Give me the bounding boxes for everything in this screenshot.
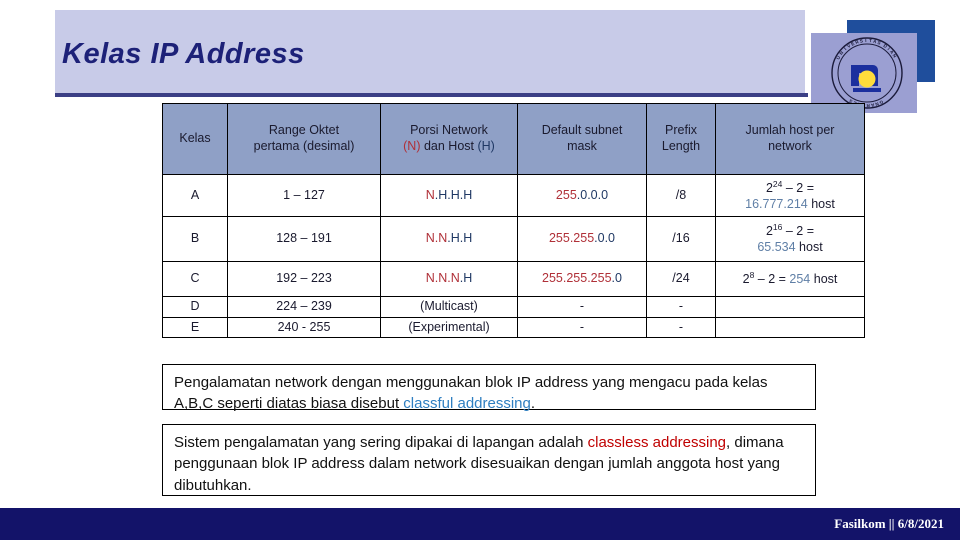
- cell-mask: 255.255.0.0: [517, 216, 647, 262]
- cell-prefix: -: [646, 316, 716, 339]
- ip-class-table: Kelas Range Oktet pertama (desimal) Pors…: [162, 103, 865, 339]
- host-base: 2: [765, 224, 773, 239]
- cell-jumlah-host: 216 – 2 = 65.534 host: [715, 216, 865, 262]
- header-porsi-mid: dan Host: [420, 139, 478, 153]
- cell-mask: -: [517, 296, 647, 318]
- porsi-network-part: N.N.N: [425, 271, 460, 286]
- cell-range: 224 – 239: [227, 296, 381, 318]
- host-minus: – 2 =: [782, 180, 815, 195]
- host-count: 254: [789, 272, 811, 287]
- header-mask-line1: Default subnet: [541, 123, 623, 138]
- cell-mask: -: [517, 316, 647, 339]
- cell-jumlah-host: 28 – 2 = 254 host: [715, 261, 865, 297]
- cell-porsi: N.H.H.H: [380, 174, 518, 217]
- note2-emphasis-classless: classless addressing: [587, 434, 727, 451]
- note1-emphasis-classful: classful addressing: [403, 395, 531, 413]
- cell-porsi: (Experimental): [380, 316, 518, 339]
- porsi-host-part: .H.H: [447, 231, 473, 246]
- cell-prefix: /16: [646, 216, 716, 262]
- footer-bar: Fasilkom || 6/8/2021: [0, 508, 960, 540]
- cell-mask: 255.0.0.0: [517, 174, 647, 217]
- table-row: C 192 – 223 N.N.N.H 255.255.255.0 /24 28…: [162, 261, 865, 297]
- note-box-classful: Pengalamatan network dengan menggunakan …: [162, 364, 816, 413]
- cell-kelas: C: [162, 261, 228, 297]
- host-base: 2: [742, 272, 750, 287]
- host-minus: – 2 =: [782, 224, 815, 239]
- header-porsi-line1: Porsi Network: [410, 123, 488, 138]
- cell-jumlah-host: [715, 316, 865, 339]
- header-jumlah-line2: network: [768, 139, 812, 153]
- header-range-line1: Range Oktet: [268, 123, 340, 138]
- cell-prefix: -: [646, 296, 716, 318]
- host-exponent: 24: [772, 178, 783, 189]
- svg-text:S: S: [859, 38, 863, 43]
- cell-range: 240 - 255: [227, 316, 381, 339]
- cell-range: 192 – 223: [227, 261, 381, 297]
- mask-network-part: 255: [555, 187, 577, 202]
- table-row: A 1 – 127 N.H.H.H 255.0.0.0 /8 224 – 2 =…: [162, 174, 865, 217]
- title-underline-rule: [55, 93, 808, 97]
- cell-porsi: (Multicast): [380, 296, 518, 318]
- cell-kelas: D: [162, 296, 228, 318]
- svg-text:N: N: [892, 53, 898, 59]
- svg-text:T: T: [869, 38, 873, 43]
- cell-range: 1 – 127: [227, 174, 381, 217]
- header-range-oktet: Range Oktet pertama (desimal): [227, 103, 381, 175]
- udinus-seal-icon: U N I V E R S I T A S D I A N S E M A R …: [831, 37, 903, 109]
- host-unit: host: [795, 240, 823, 255]
- host-unit: host: [807, 196, 835, 211]
- cell-porsi: N.N.N.H: [380, 261, 518, 297]
- cell-jumlah-host: 224 – 2 = 16.777.214 host: [715, 174, 865, 217]
- cell-kelas: E: [162, 316, 228, 339]
- cell-prefix: /8: [646, 174, 716, 217]
- host-exponent: 16: [772, 222, 783, 233]
- table-row: D 224 – 239 (Multicast) - -: [162, 296, 865, 318]
- host-count: 65.534: [757, 240, 796, 255]
- porsi-host-part: .H.H.H: [434, 187, 473, 202]
- header-jumlah-host: Jumlah host per network: [715, 103, 865, 175]
- cell-jumlah-host: [715, 296, 865, 318]
- header-porsi-n: (N): [403, 139, 421, 153]
- mask-network-part: 255.255.255: [542, 271, 612, 286]
- porsi-network-part: N.N: [425, 231, 448, 246]
- cell-prefix: /24: [646, 261, 716, 297]
- mask-host-part: .0.0: [594, 231, 616, 246]
- mask-host-part: .0.0.0: [576, 187, 609, 202]
- note2-text-part1: Sistem pengalamatan yang sering dipakai …: [174, 434, 588, 451]
- header-mask-line2: mask: [567, 139, 597, 153]
- note-box-classless: Sistem pengalamatan yang sering dipakai …: [162, 424, 816, 496]
- header-jumlah-line1: Jumlah host per: [745, 123, 835, 138]
- note1-text-part2: .: [530, 395, 536, 413]
- footer-label: Fasilkom || 6/8/2021: [834, 516, 944, 531]
- host-unit: host: [810, 272, 838, 287]
- cell-kelas: B: [162, 216, 228, 262]
- cell-range: 128 – 191: [227, 216, 381, 262]
- header-prefix-line2: Length: [661, 139, 701, 153]
- header-prefix-line1: Prefix: [665, 123, 697, 138]
- porsi-network-part: N: [425, 187, 435, 202]
- table-row: E 240 - 255 (Experimental) - -: [162, 316, 865, 339]
- header-default-subnet-mask: Default subnet mask: [517, 103, 647, 175]
- cell-mask: 255.255.255.0: [517, 261, 647, 297]
- host-count: 16.777.214: [745, 196, 808, 211]
- mask-host-part: .0: [611, 271, 622, 286]
- cell-porsi: N.N.H.H: [380, 216, 518, 262]
- svg-text:S: S: [877, 40, 882, 46]
- table-header-row: Kelas Range Oktet pertama (desimal) Pors…: [162, 103, 865, 175]
- mask-network-part: 255.255: [548, 231, 595, 246]
- header-kelas: Kelas: [162, 103, 228, 175]
- svg-text:I: I: [865, 38, 866, 43]
- table-row: B 128 – 191 N.N.H.H 255.255.0.0 /16 216 …: [162, 216, 865, 262]
- header-prefix-length: Prefix Length: [646, 103, 716, 175]
- host-base: 2: [765, 180, 773, 195]
- host-minus: – 2 =: [754, 272, 790, 287]
- page-title: Kelas IP Address: [62, 38, 305, 70]
- header-porsi-network: Porsi Network (N) dan Host (H): [380, 103, 518, 175]
- header-porsi-h: (H): [477, 139, 495, 153]
- header-range-line2: pertama (desimal): [253, 139, 355, 153]
- porsi-host-part: .H: [459, 271, 473, 286]
- cell-kelas: A: [162, 174, 228, 217]
